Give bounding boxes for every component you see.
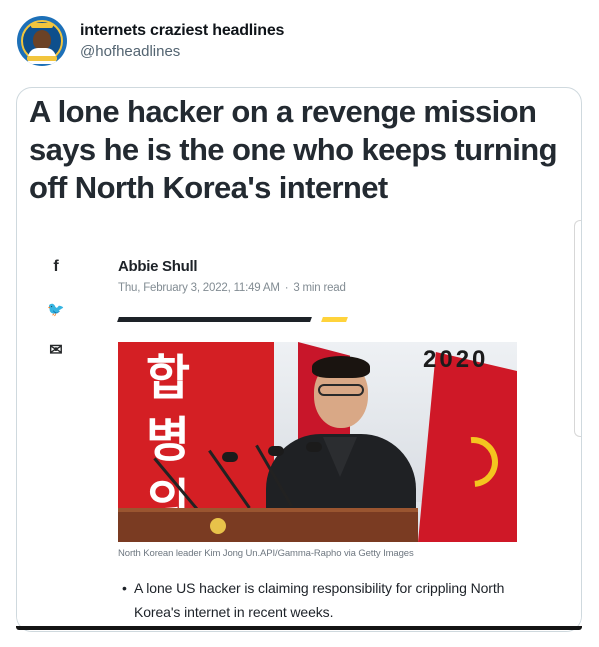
user-handle[interactable]: @hofheadlines xyxy=(80,43,180,60)
read-time: 3 min read xyxy=(293,282,346,294)
photo-caption: North Korean leader Kim Jong Un.API/Gamm… xyxy=(118,548,414,559)
avatar-face xyxy=(33,30,51,50)
accent-bar xyxy=(321,317,348,322)
meta-separator: · xyxy=(284,282,289,294)
tweet-header: internets craziest headlines @hofheadlin… xyxy=(0,0,599,80)
photo-microphone-head xyxy=(268,446,284,456)
photo-microphone-head xyxy=(222,452,238,462)
article-headline: A lone hacker on a revenge mission says … xyxy=(29,94,558,205)
card-bottom-edge xyxy=(16,626,582,630)
divider-bar xyxy=(117,317,312,322)
scrollbar xyxy=(574,220,581,437)
article-meta: Thu, February 3, 2022, 11:49 AM · 3 min re… xyxy=(118,282,346,294)
bullet-text: A lone US hacker is claiming responsibil… xyxy=(134,580,505,620)
author-name: Abbie Shull xyxy=(118,258,198,275)
facebook-icon: f xyxy=(53,258,59,275)
mail-icon: ✉ xyxy=(49,342,63,359)
photo-korean-text: 합병의 xyxy=(145,350,191,530)
photo-speaker-glasses xyxy=(318,384,364,396)
photo-podium xyxy=(118,508,418,542)
display-name[interactable]: internets craziest headlines xyxy=(80,22,284,40)
profile-avatar[interactable] xyxy=(17,16,67,66)
twitter-icon: 🐦 xyxy=(47,301,65,317)
bullet-marker: • xyxy=(122,580,127,596)
summary-bullet: • A lone US hacker is claiming responsib… xyxy=(118,576,528,624)
avatar-banner-bottom xyxy=(27,56,57,61)
avatar-banner-top xyxy=(31,23,53,28)
publish-date: Thu, February 3, 2022, 11:49 AM xyxy=(118,282,280,294)
photo-podium-emblem xyxy=(210,518,226,534)
photo-speaker-hair xyxy=(312,356,370,378)
photo-microphone-head xyxy=(306,442,322,452)
photo-year-text: 2020 xyxy=(423,346,489,373)
media-card[interactable]: A lone hacker on a revenge mission says … xyxy=(16,87,582,632)
article-photo: 합병의 2020 xyxy=(118,342,517,542)
